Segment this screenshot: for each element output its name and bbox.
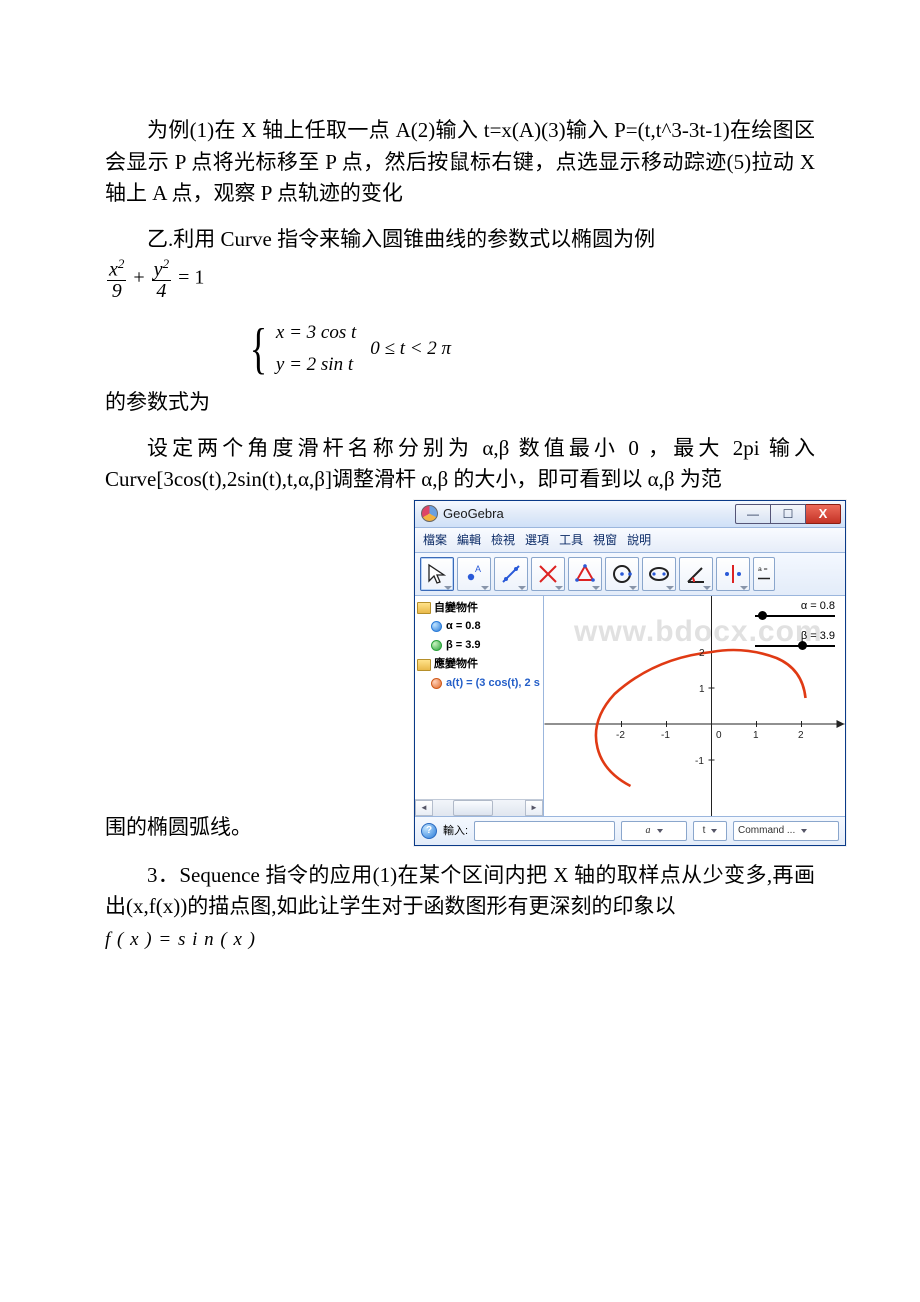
tool-line[interactable] [494, 557, 528, 591]
window-close-button[interactable]: X [806, 504, 841, 524]
bullet-icon [431, 621, 442, 632]
window-minimize-button[interactable]: — [735, 504, 771, 524]
slider-alpha-label: α = 0.8 [801, 598, 835, 615]
window-maximize-button[interactable]: ☐ [771, 504, 806, 524]
algebra-scrollbar[interactable]: ◄ ► [415, 799, 543, 816]
input-field[interactable] [474, 821, 615, 841]
tree-item-curve[interactable]: a(t) = (3 cos(t), 2 s [417, 675, 541, 692]
paragraph-4: 3．Sequence 指令的应用(1)在某个区间内把 X 轴的取样点从少变多,再… [105, 860, 815, 923]
graphics-svg [544, 596, 845, 816]
help-icon[interactable]: ? [421, 823, 437, 839]
menu-view[interactable]: 檢視 [491, 531, 515, 549]
bullet-icon [431, 640, 442, 651]
tool-angle[interactable] [679, 557, 713, 591]
svg-text:a =: a = [758, 566, 768, 573]
menu-help[interactable]: 說明 [627, 531, 651, 549]
menu-window[interactable]: 視窗 [593, 531, 617, 549]
paragraph-1: 为例(1)在 X 轴上任取一点 A(2)输入 t=x(A)(3)输入 P=(t,… [105, 115, 815, 210]
algebra-panel: 自變物件 α = 0.8 β = 3.9 [415, 596, 544, 816]
scroll-right-button[interactable]: ► [525, 800, 543, 816]
symbol-combo[interactable]: a [621, 821, 687, 841]
folder-icon [417, 659, 431, 671]
bullet-icon [431, 678, 442, 689]
parametric-equations: { x = 3 cos t y = 2 sin t 0 ≤ t < 2 π [245, 317, 815, 382]
paragraph-3-tail: 围的椭圆弧线。 [105, 812, 252, 846]
menu-options[interactable]: 選項 [525, 531, 549, 549]
window-title: GeoGebra [443, 504, 504, 524]
tool-polygon[interactable] [568, 557, 602, 591]
paragraph-2: 乙.利用 Curve 指令来输入圆锥曲线的参数式以椭圆为例 [105, 224, 815, 256]
scroll-thumb[interactable] [453, 800, 493, 816]
tool-conic[interactable] [642, 557, 676, 591]
sin-formula: f ( x ) = s i n ( x ) [105, 929, 256, 950]
slider-alpha-knob[interactable] [758, 611, 767, 620]
tree-item-beta[interactable]: β = 3.9 [417, 637, 541, 654]
slider-alpha-track[interactable] [755, 615, 835, 617]
ellipse-equation: x2 9 + y2 4 = 1 [105, 257, 815, 301]
tool-transform[interactable] [716, 557, 750, 591]
tree-free-objects[interactable]: 自變物件 [417, 600, 541, 617]
folder-icon [417, 602, 431, 614]
geogebra-icon [421, 505, 438, 522]
menu-file[interactable]: 檔案 [423, 531, 447, 549]
parametric-prefix: 的参数式为 [105, 387, 815, 419]
svg-text:A: A [475, 564, 481, 574]
geogebra-window: GeoGebra — ☐ X 檔案 編輯 檢視 選項 工具 視窗 說明 [414, 500, 846, 846]
menu-edit[interactable]: 編輯 [457, 531, 481, 549]
menu-tools[interactable]: 工具 [559, 531, 583, 549]
menu-bar: 檔案 編輯 檢視 選項 工具 視窗 說明 [415, 528, 845, 553]
greek-combo[interactable]: t [693, 821, 727, 841]
graphics-view[interactable]: www.bdocx.com [544, 596, 845, 816]
tool-perpendicular[interactable] [531, 557, 565, 591]
window-titlebar: GeoGebra — ☐ X [415, 501, 845, 528]
command-combo[interactable]: Command ... [733, 821, 839, 841]
tree-item-alpha[interactable]: α = 0.8 [417, 618, 541, 635]
tool-point[interactable]: A [457, 557, 491, 591]
input-label: 輸入: [443, 823, 468, 840]
tool-move[interactable] [420, 557, 454, 591]
tool-circle[interactable] [605, 557, 639, 591]
tree-dependent-objects[interactable]: 應變物件 [417, 656, 541, 673]
slider-beta-track[interactable] [755, 645, 835, 647]
input-bar: ? 輸入: a t Command ... [415, 817, 845, 845]
tool-slider[interactable]: a = [753, 557, 775, 591]
toolbar: A [415, 553, 845, 596]
paragraph-3: 设定两个角度滑杆名称分别为 α,β 数值最小 0 ，最大 2pi 输入 Curv… [105, 433, 815, 496]
slider-beta-knob[interactable] [798, 641, 807, 650]
scroll-left-button[interactable]: ◄ [415, 800, 433, 816]
